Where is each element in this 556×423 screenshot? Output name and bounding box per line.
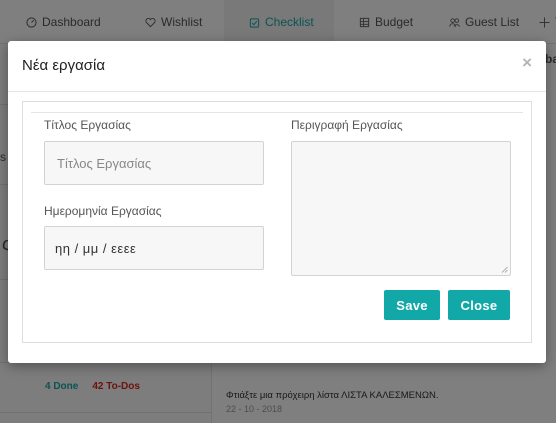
task-title-placeholder: Τίτλος Εργασίας — [57, 155, 152, 171]
task-title-input[interactable]: Τίτλος Εργασίας — [44, 141, 264, 185]
task-date-placeholder: ηη / μμ / εεεε — [55, 240, 137, 256]
task-date-label: Ημερομηνία Εργασίας — [44, 204, 162, 218]
task-description-textarea[interactable] — [291, 141, 511, 276]
close-icon[interactable]: × — [522, 53, 532, 73]
modal-title: Νέα εργασία — [22, 57, 106, 74]
form-divider — [31, 112, 523, 113]
task-description-label: Περιγραφή Εργασίας — [291, 118, 403, 132]
task-title-label: Τίτλος Εργασίας — [44, 118, 131, 132]
new-task-form: Τίτλος Εργασίας Τίτλος Εργασίας Ημερομην… — [22, 101, 532, 343]
task-date-input[interactable]: ηη / μμ / εεεε — [44, 226, 264, 270]
resize-handle-icon[interactable] — [500, 265, 508, 273]
close-button[interactable]: Close — [448, 290, 510, 320]
modal-header: Νέα εργασία × — [8, 41, 546, 92]
new-task-modal: Νέα εργασία × Τίτλος Εργασίας Τίτλος Εργ… — [8, 41, 546, 363]
save-button[interactable]: Save — [384, 290, 440, 320]
